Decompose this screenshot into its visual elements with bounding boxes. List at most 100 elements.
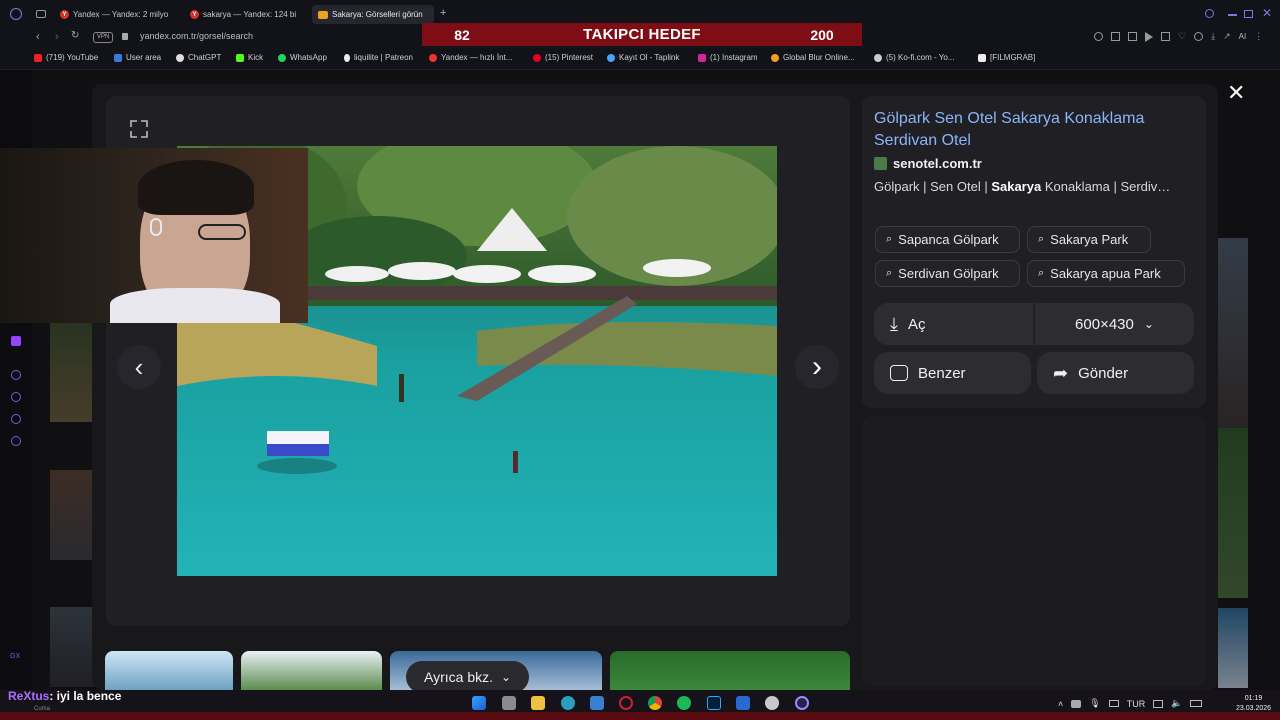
tab-overview-icon[interactable]: [36, 10, 46, 18]
tab-label: Sakarya: Görselleri görün: [332, 10, 423, 19]
source-site-label: senotel.com.tr: [893, 156, 982, 171]
menu-icon[interactable]: ⋮: [1254, 32, 1263, 42]
related-search-chip[interactable]: ⌕ Sakarya Park: [1027, 226, 1151, 253]
spotify-icon[interactable]: [677, 696, 691, 710]
keyboard-icon[interactable]: [1108, 700, 1119, 707]
chrome-icon[interactable]: [648, 696, 662, 710]
ai-label[interactable]: AI: [1239, 32, 1247, 42]
next-image-button[interactable]: ›: [795, 345, 839, 389]
bookmark-filmgrab[interactable]: [FILMGRAB]: [978, 53, 1035, 62]
chevron-down-icon: ⌄: [501, 670, 512, 684]
source-site[interactable]: senotel.com.tr: [874, 156, 982, 171]
microphone-icon[interactable]: 🎙: [1089, 698, 1100, 709]
heart-icon[interactable]: ♡: [1178, 32, 1186, 42]
bookmark-kofi[interactable]: (5) Ko-fi.com - Yo...: [874, 53, 954, 62]
open-image-button[interactable]: ⤓ Aç: [874, 303, 1033, 345]
twitch-icon[interactable]: [11, 336, 21, 346]
sidebar-history-icon[interactable]: [11, 392, 21, 402]
photoshop-icon[interactable]: [707, 696, 721, 710]
obs-icon[interactable]: [795, 696, 809, 710]
tray-expand-icon[interactable]: ˄: [1058, 699, 1063, 709]
bookmark-whatsapp[interactable]: WhatsApp: [278, 53, 327, 62]
global-blur-icon: [771, 53, 779, 62]
tab-label: sakarya — Yandex: 124 bi: [203, 10, 297, 19]
see-also-button[interactable]: Ayrıca bkz. ⌄: [406, 661, 530, 693]
screenshot-icon[interactable]: [1128, 32, 1137, 41]
vpn-badge[interactable]: VPN: [93, 32, 114, 43]
sidebar-app-icon[interactable]: [11, 370, 21, 380]
glasses-icon: [198, 224, 246, 240]
thumbnail-item[interactable]: [241, 651, 382, 691]
download-icon[interactable]: ⤓: [1211, 32, 1215, 42]
edge-icon[interactable]: [561, 696, 575, 710]
previous-image-button[interactable]: ‹: [117, 345, 161, 389]
play-icon[interactable]: [1145, 32, 1153, 42]
zoom-icon[interactable]: [1094, 32, 1103, 41]
bookmark-yandex[interactable]: Yandex — hızlı İnt...: [429, 53, 512, 62]
battery-icon[interactable]: [1190, 700, 1203, 707]
back-icon[interactable]: ‹: [36, 31, 40, 43]
steam-icon[interactable]: [765, 696, 779, 710]
volume-icon[interactable]: 🔈: [1171, 698, 1182, 709]
bookmark-pinterest[interactable]: (15) Pinterest: [533, 53, 593, 62]
tab-sakarya-images[interactable]: Sakarya: Görselleri görün: [312, 5, 434, 24]
image-title-link[interactable]: Gölpark Sen Otel Sakarya Konaklama Serdi…: [874, 108, 1194, 152]
bookmark-taplink[interactable]: Kayıt Ol - Taplink: [607, 53, 679, 62]
bookmark-user-area[interactable]: User area: [114, 53, 161, 62]
thumbnail-item[interactable]: [105, 651, 233, 691]
close-viewer-button[interactable]: ✕: [1227, 80, 1245, 106]
system-tray: ˄ 🎙 TUR 🔈: [1058, 698, 1203, 709]
share-icon[interactable]: ↗: [1223, 32, 1231, 42]
bookmark-chatgpt[interactable]: ChatGPT: [176, 53, 221, 62]
maximize-icon[interactable]: [1244, 10, 1253, 18]
bookmark-patreon[interactable]: liquilite | Patreon: [344, 53, 413, 62]
images-favicon-icon: [318, 10, 328, 19]
bookmark-instagram[interactable]: (1) Instagram: [698, 53, 758, 62]
file-explorer-icon[interactable]: [531, 696, 545, 710]
similar-images-button[interactable]: Benzer: [874, 352, 1031, 394]
opera-gx-icon[interactable]: [619, 696, 633, 710]
url-field[interactable]: yandex.com.tr/gorsel/search: [140, 31, 253, 41]
clock-time: 01:19: [1244, 695, 1263, 702]
task-view-icon[interactable]: [502, 696, 516, 710]
chevron-down-icon: ⌄: [1143, 317, 1154, 331]
thumbnail-item[interactable]: [610, 651, 850, 691]
chevron-left-icon: ‹: [134, 352, 144, 382]
forward-icon[interactable]: ›: [55, 31, 59, 43]
follower-goal-target: 200: [810, 26, 834, 43]
extension-icon[interactable]: [1111, 32, 1120, 41]
windows-start-icon[interactable]: [472, 696, 486, 710]
mail-icon[interactable]: [590, 696, 604, 710]
sidebar-settings-icon[interactable]: [11, 436, 21, 446]
app-icon[interactable]: [736, 696, 750, 710]
tab-sakarya-search[interactable]: Y sakarya — Yandex: 124 bi: [184, 5, 310, 24]
browser-logo-icon[interactable]: [10, 8, 22, 20]
chat-text: : iyi la bence: [49, 689, 122, 703]
network-icon[interactable]: [1071, 699, 1082, 708]
tab-yandex[interactable]: Y Yandex — Yandex: 2 milyo: [54, 5, 180, 24]
wallet-icon[interactable]: [1161, 32, 1170, 41]
related-search-chip[interactable]: ⌕ Sakarya apua Park: [1027, 260, 1185, 287]
sidebar-extra-icon[interactable]: GX: [10, 653, 20, 660]
image-size-dropdown[interactable]: 600×430 ⌄: [1035, 303, 1194, 345]
share-button[interactable]: ➦ Gönder: [1037, 352, 1194, 394]
toolbar-icons: ♡ ⤓ ↗ AI ⋮: [1094, 32, 1263, 42]
bookmark-youtube[interactable]: (719) YouTube: [34, 53, 98, 62]
profile-icon[interactable]: [1194, 32, 1204, 41]
reload-icon[interactable]: ↻: [71, 30, 79, 41]
related-search-chip[interactable]: ⌕ Sapanca Gölpark: [875, 226, 1020, 253]
new-tab-button[interactable]: +: [440, 7, 446, 19]
bookmark-global-blur[interactable]: Global Blur Online...: [771, 53, 855, 62]
pinterest-icon: [533, 53, 541, 62]
search-icon[interactable]: [1205, 9, 1214, 18]
display-icon[interactable]: [1153, 699, 1164, 708]
background-result-thumb: [1218, 238, 1248, 428]
sidebar-tool-icon[interactable]: [11, 414, 21, 424]
clock[interactable]: 01:19 23.03.2026: [1236, 694, 1271, 714]
language-indicator[interactable]: TUR: [1127, 699, 1146, 709]
close-window-icon[interactable]: ✕: [1262, 6, 1272, 20]
fullscreen-icon[interactable]: [128, 118, 150, 140]
bookmark-kick[interactable]: Kick: [236, 53, 263, 62]
minimize-icon[interactable]: [1228, 14, 1237, 16]
related-search-chip[interactable]: ⌕ Serdivan Gölpark: [875, 260, 1020, 287]
